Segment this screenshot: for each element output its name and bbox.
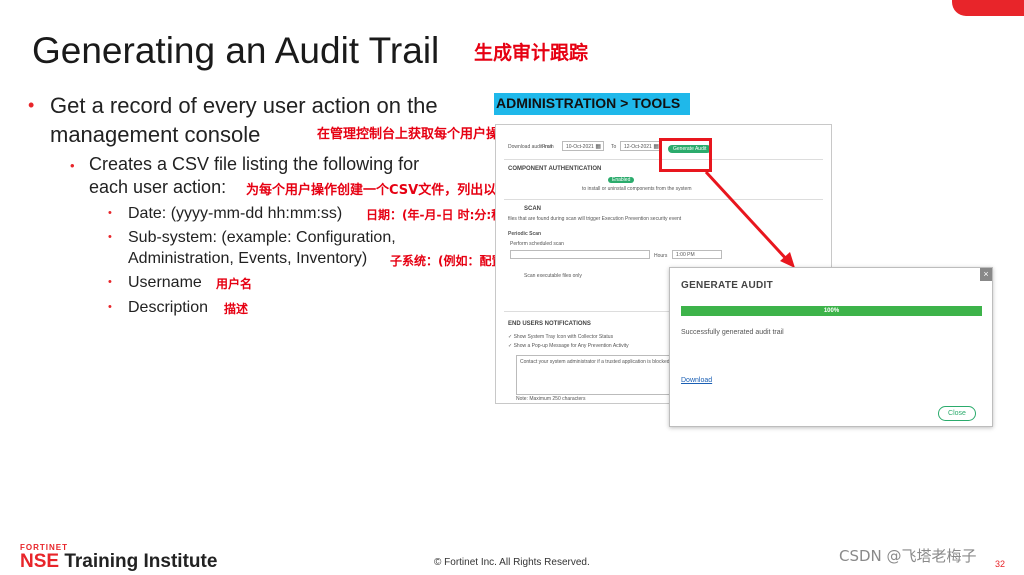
close-icon[interactable]: × (980, 268, 992, 281)
nse-logo: FORTINET NSE Training Institute (20, 543, 217, 573)
close-button[interactable]: Close (938, 406, 976, 421)
to-label: To (611, 144, 617, 150)
bullet-dot-icon: • (28, 95, 35, 115)
progress-bar: 100% (681, 306, 982, 316)
notification-textarea[interactable]: Contact your system administrator if a t… (516, 355, 671, 395)
perform-scheduled-label: Perform scheduled scan (510, 241, 564, 247)
slide-title-zh: 生成审计跟踪 (474, 42, 589, 64)
generate-audit-dialog: × GENERATE AUDIT 100% Successfully gener… (669, 267, 993, 427)
scan-desc: files that are found during scan will tr… (508, 216, 682, 222)
page-number: 32 (995, 559, 1006, 569)
divider (504, 199, 823, 200)
to-date-field[interactable]: 12-Oct-2021 ▦ (620, 141, 662, 151)
watermark: CSDN @飞塔老梅子 (839, 547, 977, 565)
from-date-field[interactable]: 10-Oct-2021 ▦ (562, 141, 604, 151)
bullet-dot-icon: • (108, 301, 112, 313)
hours-label: Hours (654, 253, 668, 259)
progress-fill: 100% (681, 306, 982, 316)
nse-wordmark: NSE Training Institute (20, 551, 218, 572)
dialog-title: GENERATE AUDIT (681, 280, 773, 291)
calendar-icon: ▦ (595, 144, 601, 150)
admin-tools-label: ADMINISTRATION > TOOLS (494, 93, 691, 115)
scan-exec-only-label: Scan executable files only (524, 273, 582, 279)
bullet-dot-icon: • (108, 207, 112, 219)
end-users-header: END USERS NOTIFICATIONS (508, 321, 591, 327)
copyright: © Fortinet Inc. All Rights Reserved. (434, 557, 590, 568)
slide-title: Generating an Audit Trail (32, 30, 440, 71)
bullet-dot-icon: • (108, 231, 112, 243)
success-message: Successfully generated audit trail (681, 329, 784, 336)
sub-bullet-date-zh: 日期：(年-月-日 时:分:秒) (366, 208, 509, 222)
sub-bullet-username-zh: 用户名 (216, 277, 253, 291)
bullet-dot-icon: • (108, 276, 112, 288)
component-auth-desc: to install or uninstall components from … (582, 186, 692, 192)
scan-header: SCAN (524, 206, 542, 212)
from-label: From (542, 144, 554, 150)
popup-option[interactable]: ✓ Show a Pop-up Message for Any Preventi… (508, 343, 629, 349)
tray-icon-option[interactable]: ✓ Show System Tray Icon with Collector S… (508, 334, 613, 340)
bullet-dot-icon: • (70, 158, 75, 173)
hours-select[interactable]: 1:00 PM (672, 250, 722, 259)
corner-accent (952, 0, 1024, 16)
component-auth-toggle[interactable]: Enabled (608, 177, 635, 183)
textarea-note: Note: Maximum 250 characters (516, 396, 586, 402)
periodic-scan-label: Periodic Scan (508, 231, 542, 237)
highlight-box (659, 138, 712, 172)
component-auth-header: COMPONENT AUTHENTICATION (508, 166, 602, 172)
download-link[interactable]: Download (681, 377, 712, 384)
sub-bullet-description-zh: 描述 (224, 302, 249, 316)
schedule-select[interactable] (510, 250, 650, 259)
